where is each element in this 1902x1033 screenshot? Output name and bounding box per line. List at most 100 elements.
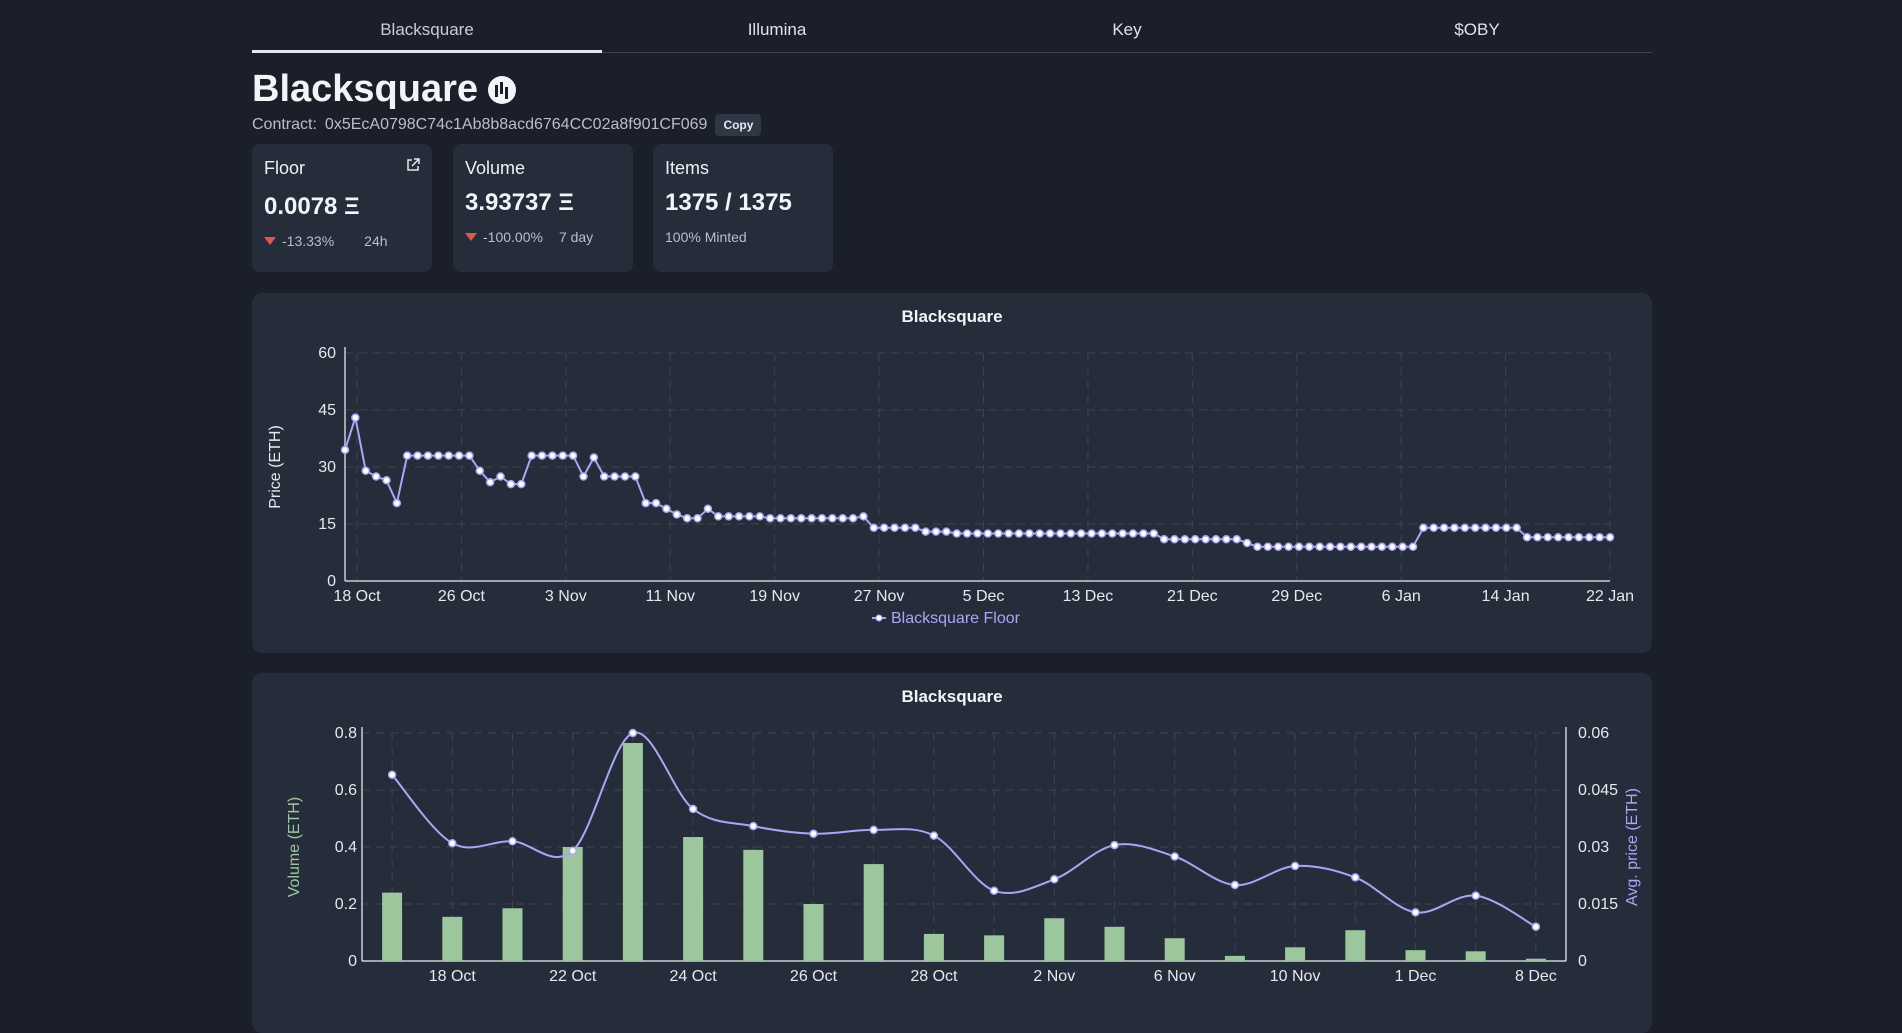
floor-data-point [1201,534,1210,544]
floor-data-point [1595,533,1604,542]
avg-price-point [1531,922,1541,932]
items-sub: 100% Minted [665,229,747,245]
legend-point-marker [875,614,883,622]
floor-data-point [1242,538,1252,548]
x-tick-label: 29 Dec [1271,588,1322,605]
floor-data-point [1263,542,1273,552]
floor-data-point [517,479,526,489]
volume-bar [984,935,1005,961]
y-tick-label: 15 [318,516,336,533]
items-value: 1375 / 1375 [665,189,792,216]
floor-data-point [786,514,796,523]
floor-data-point [1460,523,1470,533]
items-label: Items [665,158,710,178]
floor-data-point [993,529,1003,538]
floor-data-point [724,512,733,521]
x-tick-label: 22 Oct [549,968,597,985]
floor-data-point [589,453,599,462]
floor-data-point [1585,533,1594,542]
floor-data-point [1398,542,1407,552]
tab-blacksquare[interactable]: Blacksquare [252,0,602,53]
floor-data-point [1056,529,1065,538]
avg-price-point [1230,880,1240,890]
volume-bar [1285,947,1306,961]
volume-bar [1224,955,1245,961]
y2-axis-label: Avg. price (ETH) [1624,788,1641,906]
down-arrow-icon [465,233,477,241]
floor-data-point [382,476,391,485]
floor-data-point [662,504,671,514]
down-arrow-icon [264,237,276,245]
volume-bar [1345,930,1366,961]
floor-data-point [952,529,962,538]
floor-data-point [682,514,692,523]
floor-data-point [631,472,640,481]
floor-data-point [1108,529,1117,538]
floor-data-point [734,512,744,521]
y-tick-label: 0.8 [335,725,357,742]
floor-data-point [444,451,453,460]
x-tick-label: 24 Oct [670,968,718,985]
floor-data-point [1491,523,1501,533]
floor-data-point [1118,529,1127,538]
floor-data-point [1025,529,1034,538]
x-tick-label: 3 Nov [545,588,587,605]
floor-data-point [1128,529,1138,538]
floor-label: Floor [264,158,306,178]
chart-logo-icon[interactable] [488,75,517,104]
tab-key[interactable]: Key [952,0,1302,52]
floor-data-point [1325,542,1335,552]
y2-tick-label: 0.06 [1578,725,1609,742]
floor-change-row: -13.33% 24h [264,233,420,249]
volume-bar [1465,951,1486,961]
volume-change-row: -100.00% 7 day [465,229,621,245]
floor-data-point [599,472,609,481]
floor-data-point [911,523,920,533]
floor-data-point [1097,529,1107,538]
avg-price-point [1471,891,1480,900]
floor-card: Floor 0.0078 Ξ -13.33% 24h [252,144,432,272]
floor-data-point [1470,523,1480,533]
avg-price-point [749,821,758,831]
x-tick-label: 26 Oct [438,588,486,605]
floor-data-point [1388,542,1397,552]
floor-data-point [1543,533,1553,542]
tab-oby[interactable]: $OBY [1302,0,1652,52]
floor-data-point [828,514,837,523]
floor-data-point [485,477,495,487]
volume-change: -100.00% [483,229,543,245]
floor-data-point [620,472,630,481]
floor-data-point [579,472,588,481]
volume-bar [1525,958,1546,961]
tab-illumina[interactable]: Illumina [602,0,952,52]
volume-value: 3.93737 Ξ [465,189,574,216]
floor-data-point [1159,534,1169,544]
floor-data-point [351,413,360,422]
volume-bar [622,742,643,961]
floor-data-point [1481,523,1490,533]
floor-data-point [714,512,723,521]
floor-data-point [745,512,754,521]
floor-data-point [1014,529,1024,538]
avg-price-point [1110,840,1119,850]
x-tick-label: 22 Jan [1586,588,1634,605]
external-link-icon[interactable] [406,158,420,172]
page-title: Blacksquare [252,68,479,110]
floor-data-point [1429,523,1438,533]
y-tick-label: 0.4 [335,839,357,856]
floor-data-point [1066,529,1076,538]
floor-data-point [558,451,567,460]
floor-data-point [973,529,982,538]
floor-data-point [931,527,941,536]
floor-data-point [527,451,536,460]
floor-data-point [776,514,785,523]
y-axis-label: Price (ETH) [267,425,284,509]
y2-tick-label: 0.015 [1578,896,1618,913]
floor-data-point [1149,529,1159,538]
floor-data-point [693,514,702,523]
floor-data-point [921,527,930,536]
floor-data-point [1377,542,1387,552]
floor-data-point [1004,529,1013,538]
x-tick-label: 10 Nov [1270,968,1321,985]
copy-button[interactable]: Copy [715,114,762,136]
